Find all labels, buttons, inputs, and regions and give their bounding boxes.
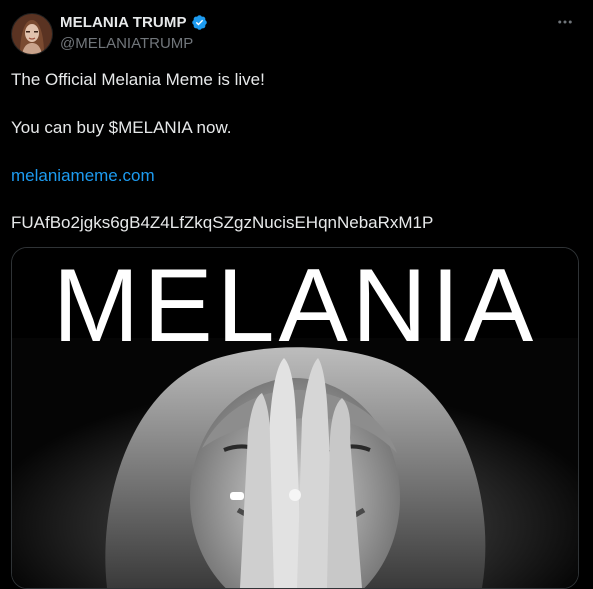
more-horizontal-icon — [558, 20, 572, 24]
tweet-contract-address: FUAfBo2jgks6gB4Z4LfZkqSZgzNucisEHqnNebaR… — [11, 213, 434, 232]
author-handle[interactable]: @MELANIATRUMP — [60, 35, 193, 52]
tweet-text-line-2: You can buy $MELANIA now. — [11, 118, 232, 137]
media-image[interactable]: MELANIA — [11, 247, 579, 589]
profile-photo-icon — [12, 14, 52, 54]
verified-badge-icon — [191, 15, 207, 30]
author-name[interactable]: MELANIA TRUMP — [60, 14, 187, 31]
tweet-link[interactable]: melaniameme.com — [11, 166, 155, 186]
avatar[interactable] — [11, 13, 53, 55]
tweet-text-line-1: The Official Melania Meme is live! — [11, 70, 265, 89]
author-name-row[interactable]: MELANIA TRUMP — [60, 14, 208, 31]
media-title: MELANIA — [52, 248, 538, 364]
more-options-button[interactable] — [555, 12, 575, 32]
